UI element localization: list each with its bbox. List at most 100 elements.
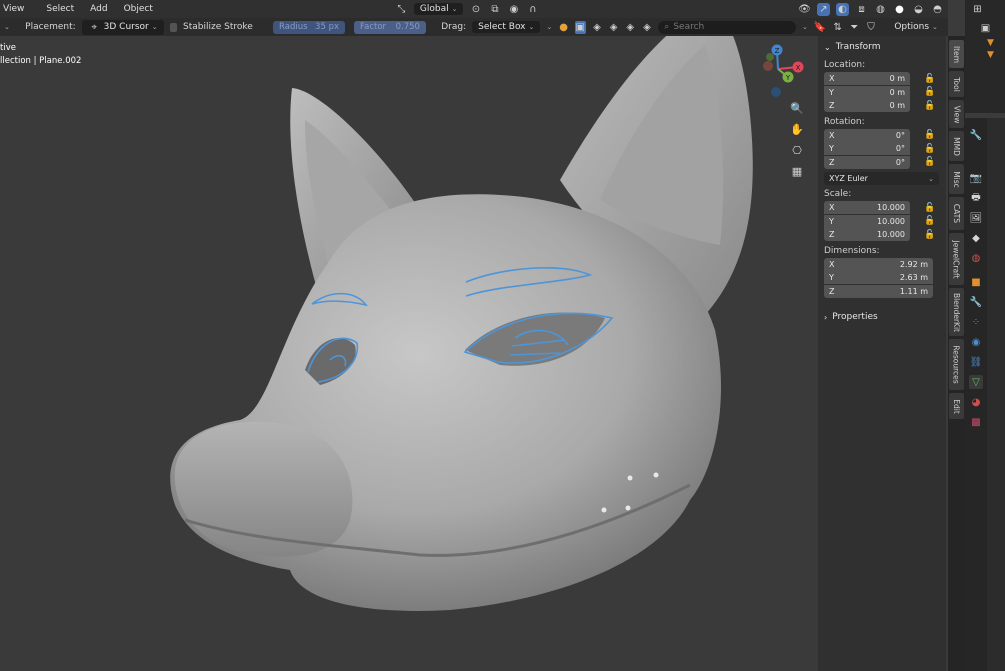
lock-icon[interactable]: 🔓 <box>924 203 935 213</box>
wireframe-shading-icon[interactable]: ◍ <box>874 3 887 16</box>
placement-label: Placement: <box>25 22 76 32</box>
tab-tool[interactable]: Tool <box>949 71 964 97</box>
navigation-gizmo[interactable]: X Y Z <box>750 42 810 102</box>
visibility-icon[interactable]: 👁 <box>798 3 811 16</box>
falloff-icon[interactable]: ∩ <box>526 3 539 16</box>
scene-properties-icon[interactable]: ◆ <box>969 231 983 245</box>
lock-icon[interactable]: 🔓 <box>924 74 935 84</box>
cursor-icon: ⌖ <box>91 21 97 33</box>
factor-slider[interactable]: Factor 0.750 <box>354 20 426 34</box>
lock-icon[interactable]: 🔓 <box>924 230 935 240</box>
physics-icon[interactable]: ◉ <box>969 335 983 349</box>
properties-tab-strip: 🔧 📷 🖶 🖼 ◆ ◍ ■ 🔧 ⁘ ◉ ⛓ ▽ ◕ ▩ <box>965 118 987 671</box>
solid-shading-icon[interactable]: ● <box>893 3 906 16</box>
proportional-edit-icon[interactable]: ◉ <box>507 3 520 16</box>
3d-viewport[interactable]: tive llection | Plane.002 X Y Z 🔍 ✋ ⎔ ▦ … <box>0 0 948 671</box>
rotation-mode-dropdown[interactable]: XYZ Euler ⌄ <box>824 172 939 185</box>
tab-edit[interactable]: Edit <box>949 393 964 419</box>
outliner-display-icon[interactable]: ⊞ <box>971 3 984 16</box>
scale-y-field[interactable]: Y 10.000 <box>824 214 910 228</box>
lock-icon[interactable]: 🔓 <box>924 157 935 167</box>
render-properties-icon[interactable]: 📷 <box>969 171 983 185</box>
lock-icon[interactable]: 🔓 <box>924 144 935 154</box>
tab-view[interactable]: View <box>949 100 964 128</box>
location-y-field[interactable]: Y0 m <box>824 85 910 99</box>
dimension-z-field[interactable]: Z 1.11 m <box>824 284 933 298</box>
placement-dropdown[interactable]: ⌖ 3D Cursor ⌄ <box>81 19 164 35</box>
scale-x-field[interactable]: X 10.000 <box>824 201 910 215</box>
location-z-field[interactable]: Z0 m <box>824 99 910 113</box>
gizmo-neg-y[interactable] <box>766 53 774 61</box>
radius-slider[interactable]: Radius 35 px <box>273 20 345 34</box>
xray-icon[interactable]: ⧈ <box>855 3 868 16</box>
dimension-x-field[interactable]: X 2.92 m <box>824 257 933 271</box>
stabilize-checkbox[interactable] <box>169 22 178 32</box>
drag-dropdown[interactable]: Select Box ⌄ <box>472 21 541 33</box>
shield-icon[interactable]: ⛉ <box>866 21 877 34</box>
chevron-right-icon: › <box>824 312 828 322</box>
overlay-toggle-icon[interactable]: ◐ <box>836 2 849 16</box>
dimensions-label: Dimensions: <box>824 245 880 256</box>
properties-panel-header[interactable]: › Properties <box>818 308 946 326</box>
tab-mmd[interactable]: MMD <box>949 131 964 161</box>
scale-label: Scale: <box>824 189 852 199</box>
selection-mode-icon[interactable]: ▣ <box>574 20 586 34</box>
material-icon[interactable]: ◕ <box>969 395 983 409</box>
tab-cats[interactable]: CATS <box>949 197 964 230</box>
view-layer-icon[interactable]: 🖼 <box>969 211 983 225</box>
modifier-icon[interactable]: 🔧 <box>969 295 983 309</box>
camera-view-icon[interactable]: ⎔ <box>789 142 805 158</box>
tab-resources[interactable]: Resources <box>949 339 964 390</box>
lock-icon[interactable]: 🔓 <box>924 216 935 226</box>
tab-misc[interactable]: Misc <box>949 164 964 194</box>
data-properties-icon[interactable]: ▽ <box>969 375 983 389</box>
tool-properties-icon[interactable]: 🔧 <box>969 128 983 142</box>
zoom-icon[interactable]: 🔍 <box>789 100 805 116</box>
rendered-shading-icon[interactable]: ◓ <box>931 3 944 16</box>
layer-icon-2[interactable]: ◈ <box>608 21 619 34</box>
location-x-field[interactable]: X0 m <box>824 72 910 86</box>
world-properties-icon[interactable]: ◍ <box>969 251 983 265</box>
menu-select[interactable]: Select <box>41 4 79 14</box>
lock-icon[interactable]: 🔓 <box>924 130 935 140</box>
scale-z-field[interactable]: Z 10.000 <box>824 228 910 242</box>
search-input[interactable]: ⌕ Search <box>658 20 796 34</box>
rotation-x-field[interactable]: X 0° <box>824 128 910 142</box>
rotation-z-field[interactable]: Z 0° <box>824 155 910 169</box>
pan-hand-icon[interactable]: ✋ <box>789 121 805 137</box>
perspective-grid-icon[interactable]: ▦ <box>789 163 805 179</box>
options-dropdown[interactable]: Options ⌄ <box>888 21 944 33</box>
pivot-icon[interactable]: ⊙ <box>469 3 482 16</box>
layer-icon-1[interactable]: ◈ <box>592 21 603 34</box>
sort-icon[interactable]: ⇅ <box>832 21 843 34</box>
bookmark-icon[interactable]: 🔖 <box>814 21 826 34</box>
gizmo-toggle-icon[interactable]: ↗ <box>817 2 830 16</box>
particles-icon[interactable]: ⁘ <box>969 315 983 329</box>
color-palette-icon[interactable]: ● <box>558 21 569 34</box>
lock-icon[interactable]: 🔓 <box>924 101 935 111</box>
gizmo-neg-z[interactable] <box>771 87 781 97</box>
dimension-y-field[interactable]: Y 2.63 m <box>824 271 933 285</box>
filter-icon[interactable]: ⏷ <box>849 21 860 34</box>
tab-blenderkit[interactable]: BlenderKit <box>949 288 964 336</box>
mode-dropdown-caret[interactable]: ⌄ <box>4 23 10 31</box>
menu-add[interactable]: Add <box>85 4 112 14</box>
tab-item[interactable]: Item <box>949 40 964 68</box>
constraints-icon[interactable]: ⛓ <box>969 355 983 369</box>
menu-view[interactable]: View <box>0 4 29 14</box>
material-shading-icon[interactable]: ◒ <box>912 3 925 16</box>
layer-icon-4[interactable]: ◈ <box>642 21 653 34</box>
gizmo-neg-x[interactable] <box>763 61 773 71</box>
tab-jewelcraft[interactable]: JewelCraft <box>949 233 964 285</box>
output-properties-icon[interactable]: 🖶 <box>969 191 983 205</box>
layer-icon-3[interactable]: ◈ <box>625 21 636 34</box>
transform-title: Transform <box>835 42 881 52</box>
object-properties-icon[interactable]: ■ <box>969 275 983 289</box>
texture-icon[interactable]: ▩ <box>969 415 983 429</box>
rotation-y-field[interactable]: Y 0° <box>824 142 910 156</box>
menu-object[interactable]: Object <box>119 4 158 14</box>
lock-icon[interactable]: 🔓 <box>924 87 935 97</box>
snap-icon[interactable]: ⧉ <box>488 3 501 16</box>
transform-panel-header[interactable]: ⌄ Transform <box>818 38 946 56</box>
orientation-dropdown[interactable]: Global ⌄ <box>413 3 464 15</box>
